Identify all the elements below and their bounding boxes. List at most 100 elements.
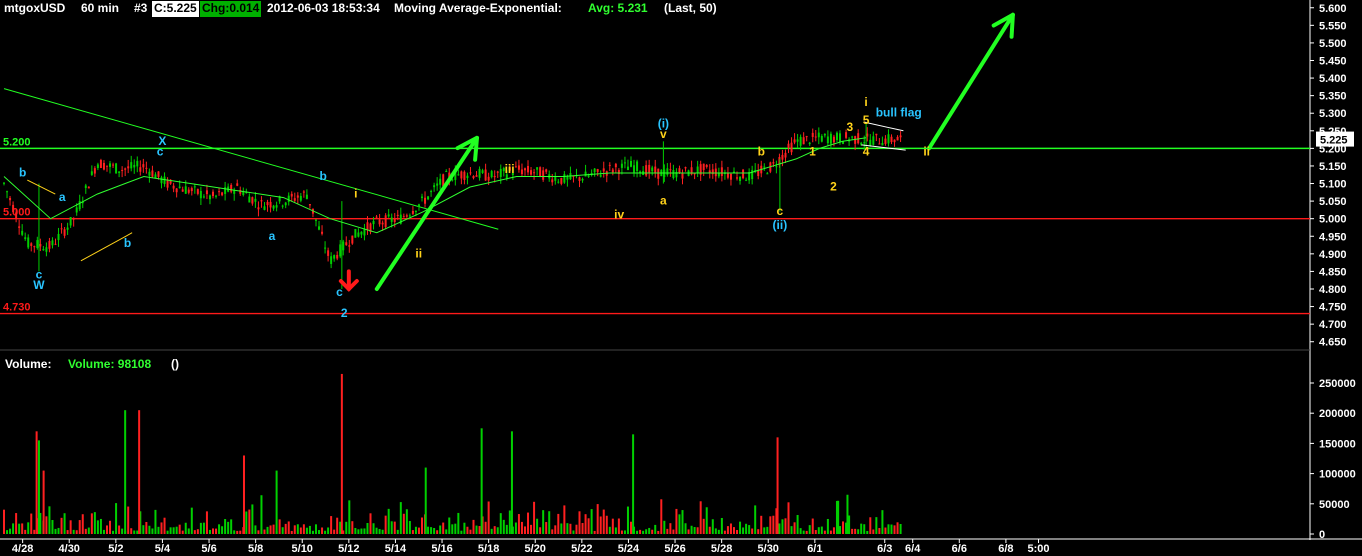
- volume-bar: [839, 526, 842, 534]
- volume-bar: [417, 527, 420, 534]
- volume-bar: [705, 507, 708, 534]
- volume-bar: [748, 525, 751, 534]
- volume-bar: [745, 523, 748, 534]
- price-tick-label: 4.750: [1319, 302, 1347, 314]
- candle-body: [520, 169, 523, 175]
- x-tick-label: 6/6: [952, 543, 967, 555]
- volume-bar: [696, 527, 699, 534]
- volume-bar: [545, 522, 548, 534]
- candle-body: [566, 176, 569, 180]
- candle-body: [487, 176, 490, 181]
- volume-bar: [636, 530, 639, 534]
- wave-arrow-shaft: [927, 12, 1015, 151]
- volume-bar: [726, 526, 729, 534]
- volume-bar: [136, 530, 139, 534]
- candle-body: [417, 204, 420, 207]
- volume-bar: [736, 529, 739, 534]
- candle-body: [63, 229, 66, 236]
- candle-body: [172, 185, 175, 189]
- volume-bar: [296, 524, 299, 534]
- candle-body: [142, 164, 145, 168]
- candle-body: [342, 241, 345, 251]
- candle-body: [554, 177, 557, 181]
- candle-body: [742, 169, 745, 179]
- volume-bar: [21, 523, 24, 534]
- volume-bar: [587, 518, 590, 534]
- volume-bar: [205, 511, 208, 534]
- candle-body: [351, 235, 354, 244]
- volume-bar: [439, 525, 442, 534]
- volume-bar: [278, 519, 281, 534]
- volume-bar: [284, 523, 287, 534]
- volume-bar: [851, 528, 854, 534]
- candle-body: [514, 166, 517, 168]
- candle-body: [314, 219, 317, 221]
- chart-id-label: #3: [134, 1, 148, 15]
- x-tick-label: 5/18: [478, 543, 499, 555]
- volume-bar: [184, 522, 187, 534]
- volume-bar: [166, 530, 169, 534]
- volume-bar: [381, 529, 384, 534]
- volume-bar: [823, 530, 826, 534]
- volume-bar: [657, 530, 660, 534]
- volume-bar: [575, 524, 578, 534]
- volume-bar: [318, 530, 321, 534]
- candle-body: [230, 184, 233, 192]
- candle-body: [293, 198, 296, 201]
- candle-body: [802, 137, 805, 145]
- candle-body: [757, 170, 760, 177]
- volume-bar: [433, 528, 436, 534]
- wave-label: c: [157, 144, 164, 158]
- candle-body: [387, 214, 390, 217]
- candle-body: [499, 168, 502, 178]
- volume-bar: [163, 517, 166, 534]
- volume-bar: [666, 528, 669, 534]
- candle-body: [133, 164, 136, 168]
- candle-body: [887, 134, 890, 144]
- volume-bar: [863, 524, 866, 534]
- candle-body: [857, 133, 860, 144]
- volume-bar: [510, 431, 513, 534]
- volume-bar: [623, 530, 626, 534]
- volume-bar: [372, 523, 375, 534]
- candle-body: [523, 168, 526, 171]
- volume-tick-label: 50000: [1319, 499, 1350, 511]
- volume-bar: [620, 530, 623, 534]
- candle-body: [490, 171, 493, 178]
- candle-body: [381, 222, 384, 225]
- candle-body: [527, 165, 530, 173]
- candle-body: [272, 205, 275, 209]
- volume-bar: [802, 530, 805, 534]
- candle-body: [205, 190, 208, 195]
- x-tick-label: 5:00: [1028, 543, 1050, 555]
- volume-bar: [493, 526, 496, 534]
- volume-bar: [478, 526, 481, 534]
- candle-body: [36, 240, 39, 249]
- volume-bar: [557, 513, 560, 534]
- candle-body: [517, 165, 520, 170]
- volume-bar: [520, 521, 523, 534]
- candle-body: [611, 169, 614, 173]
- candle-body: [481, 170, 484, 173]
- volume-bar: [33, 529, 36, 534]
- volume-bar: [330, 516, 333, 534]
- candle-body: [109, 163, 112, 167]
- volume-bar: [632, 434, 635, 534]
- volume-bar: [517, 514, 520, 534]
- volume-bar: [75, 530, 78, 534]
- candle-body: [581, 178, 584, 181]
- candle-body: [608, 164, 611, 166]
- candle-body: [772, 162, 775, 164]
- volume-bar: [554, 525, 557, 534]
- candle-body: [218, 191, 221, 193]
- volume-bar: [24, 529, 27, 534]
- candle-body: [460, 171, 463, 179]
- candle-body: [69, 217, 72, 226]
- volume-bar: [340, 373, 343, 534]
- volume-bar: [846, 494, 849, 534]
- volume-bar: [212, 528, 215, 534]
- wave-label: W: [33, 278, 45, 292]
- candle-body: [536, 167, 539, 170]
- candle-body: [648, 164, 651, 173]
- volume-bar: [687, 529, 690, 534]
